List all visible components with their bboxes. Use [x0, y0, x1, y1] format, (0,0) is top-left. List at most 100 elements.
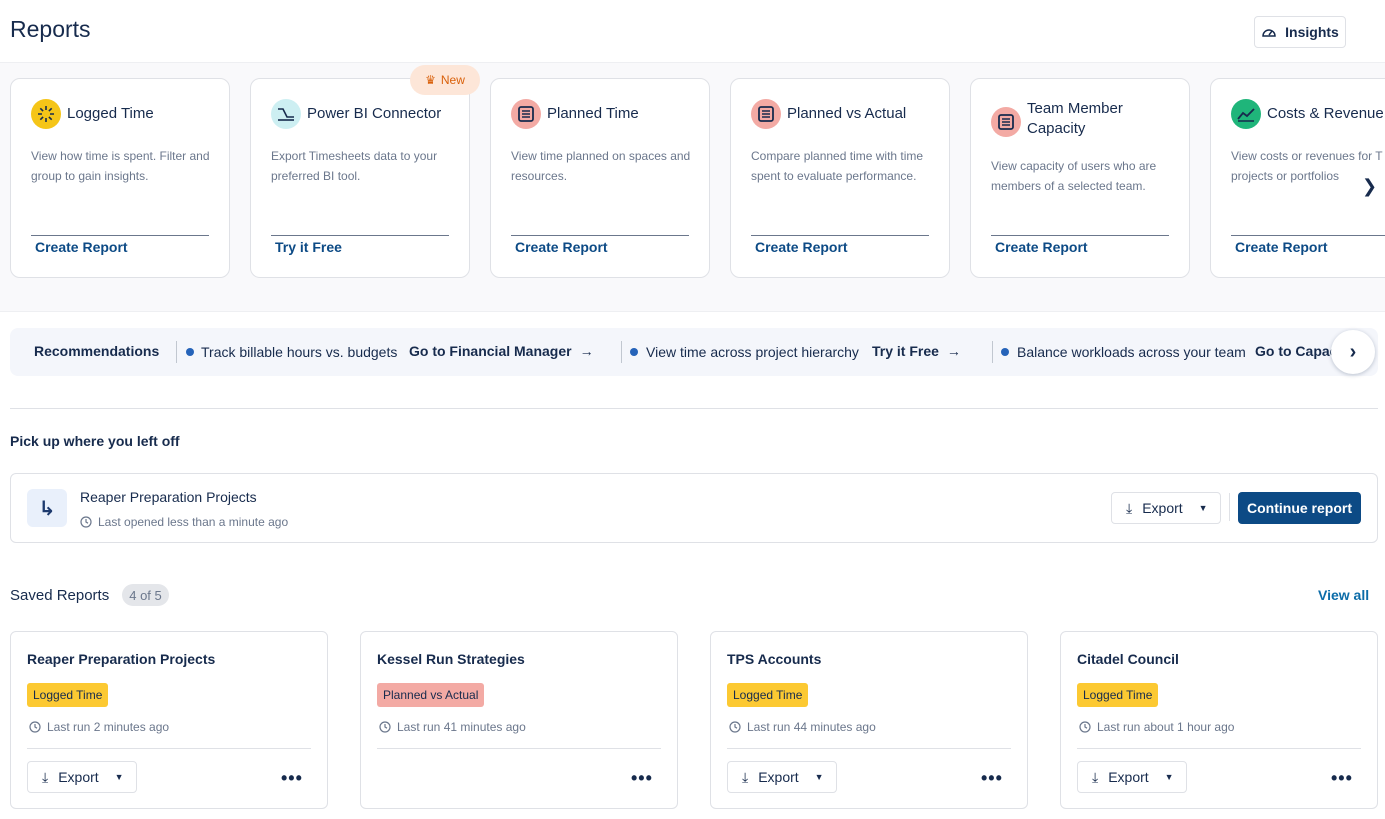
chevron-right-icon: ›	[1349, 340, 1357, 363]
recommendation-link-label[interactable]: Try it Free	[872, 343, 939, 359]
saved-report-card[interactable]: TPS Accounts Logged Time Last run 44 min…	[710, 631, 1028, 809]
create-report-link[interactable]: Create Report	[515, 239, 608, 255]
saved-report-name[interactable]: Reaper Preparation Projects	[27, 651, 215, 667]
report-type-title: Planned vs Actual	[787, 105, 907, 122]
page-title: Reports	[10, 16, 91, 42]
caret-down-icon: ▼	[814, 772, 824, 782]
recommendation-link-label[interactable]: Go to Capac	[1255, 343, 1337, 359]
report-type-card-planned-vs-actual[interactable]: Planned vs Actual Compare planned time w…	[730, 78, 950, 278]
arrow-right-icon: →	[946, 343, 961, 359]
separator	[1229, 493, 1230, 521]
last-run: Last run 2 minutes ago	[29, 720, 169, 734]
divider	[511, 235, 689, 236]
new-badge-label: New	[440, 73, 465, 87]
gauge-icon	[1262, 29, 1276, 37]
saved-report-name[interactable]: Kessel Run Strategies	[377, 651, 525, 667]
power-bi-icon	[271, 99, 301, 129]
saved-reports-title: Saved Reports	[10, 587, 110, 604]
saved-report-card[interactable]: Citadel Council Logged Time Last run abo…	[1060, 631, 1378, 809]
divider	[271, 235, 449, 236]
costs-icon	[1231, 99, 1261, 129]
clock-icon	[379, 721, 391, 733]
last-opened: Last opened less than a minute ago	[80, 515, 288, 529]
caret-down-icon: ▼	[114, 772, 124, 782]
divider	[1231, 235, 1385, 236]
last-run-text: Last run 44 minutes ago	[747, 720, 876, 734]
more-options-icon[interactable]: •••	[281, 768, 303, 789]
logged-time-icon	[31, 99, 61, 129]
create-report-link[interactable]: Create Report	[35, 239, 128, 255]
report-type-title: Logged Time	[67, 105, 154, 122]
clock-icon	[729, 721, 741, 733]
export-dropdown[interactable]: ⤓ Export ▼	[27, 761, 137, 793]
export-label: Export	[58, 769, 99, 785]
saved-report-name[interactable]: TPS Accounts	[727, 651, 821, 667]
recommendation-link-label[interactable]: Go to Financial Manager	[409, 343, 572, 359]
planned-vs-actual-icon	[751, 99, 781, 129]
more-options-icon[interactable]: •••	[981, 768, 1003, 789]
last-run-text: Last run 41 minutes ago	[397, 720, 526, 734]
export-label: Export	[758, 769, 799, 785]
recommendations-next-button[interactable]: ›	[1331, 330, 1375, 374]
insights-button[interactable]: Insights	[1254, 16, 1346, 48]
separator	[176, 341, 177, 363]
report-type-tag: Logged Time	[1077, 683, 1159, 707]
divider	[1077, 748, 1361, 749]
report-type-card-planned-time[interactable]: Planned Time View time planned on spaces…	[490, 78, 710, 278]
chevron-right-icon[interactable]: ❯	[1362, 176, 1377, 197]
more-options-icon[interactable]: •••	[1331, 768, 1353, 789]
export-dropdown[interactable]: ⤓ Export ▼	[1077, 761, 1187, 793]
report-type-title: Costs & Revenue	[1267, 105, 1384, 122]
recommendation-link[interactable]: Go to Capac	[1255, 343, 1337, 359]
insights-label: Insights	[1285, 24, 1339, 40]
more-options-icon[interactable]: •••	[631, 768, 653, 789]
report-name: Reaper Preparation Projects	[80, 489, 257, 505]
report-type-description: View how time is spent. Filter and group…	[31, 149, 210, 183]
last-run-text: Last run 2 minutes ago	[47, 720, 170, 734]
divider	[10, 408, 1378, 409]
create-report-link[interactable]: Create Report	[995, 239, 1088, 255]
separator	[992, 341, 993, 363]
report-type-card-costs-revenue[interactable]: Costs & Revenue View costs or revenues f…	[1210, 78, 1385, 278]
export-dropdown[interactable]: ⤓ Export ▼	[727, 761, 837, 793]
report-type-description: View capacity of users who are members o…	[991, 159, 1157, 193]
recommendation-text: Balance workloads across your team	[1017, 344, 1246, 360]
last-run: Last run 44 minutes ago	[729, 720, 876, 734]
report-types-carousel: ♛ New Logged Time View how time is spent…	[0, 62, 1385, 312]
caret-down-icon: ▼	[1198, 503, 1208, 513]
continue-report-button[interactable]: Continue report	[1238, 492, 1361, 524]
recommendation-text: View time across project hierarchy	[646, 344, 859, 360]
divider	[377, 748, 661, 749]
report-type-card-power-bi[interactable]: Power BI Connector Export Timesheets dat…	[250, 78, 470, 278]
clock-icon	[1079, 721, 1091, 733]
saved-report-card[interactable]: Reaper Preparation Projects Logged Time …	[10, 631, 328, 809]
report-type-tag: Logged Time	[727, 683, 809, 707]
saved-report-card[interactable]: Kessel Run Strategies Planned vs Actual …	[360, 631, 678, 809]
export-label: Export	[1108, 769, 1149, 785]
last-run-text: Last run about 1 hour ago	[1097, 720, 1235, 734]
report-type-title: Planned Time	[547, 105, 639, 122]
recommendation-link[interactable]: Go to Financial Manager →	[409, 343, 594, 359]
clock-icon	[29, 721, 41, 733]
recommendation-link[interactable]: Try it Free →	[872, 343, 961, 359]
crown-icon: ♛	[425, 73, 436, 87]
create-report-link[interactable]: Create Report	[1235, 239, 1328, 255]
report-type-card-logged-time[interactable]: Logged Time View how time is spent. Filt…	[10, 78, 230, 278]
export-label: Export	[1142, 500, 1183, 516]
arrow-right-icon: →	[579, 343, 594, 359]
divider	[727, 748, 1011, 749]
try-it-free-link[interactable]: Try it Free	[275, 239, 342, 255]
report-type-tag: Planned vs Actual	[377, 683, 485, 707]
planned-time-icon	[511, 99, 541, 129]
export-dropdown[interactable]: ⤓ Export ▼	[1111, 492, 1221, 524]
view-all-link[interactable]: View all	[1318, 587, 1369, 603]
report-type-card-team-member-capacity[interactable]: Team Member Capacity View capacity of us…	[970, 78, 1190, 278]
clock-icon	[80, 516, 92, 528]
create-report-link[interactable]: Create Report	[755, 239, 848, 255]
saved-reports-count: 4 of 5	[122, 584, 169, 606]
recommendation-text: Track billable hours vs. budgets	[201, 344, 398, 360]
saved-report-name[interactable]: Citadel Council	[1077, 651, 1179, 667]
download-icon: ⤓	[742, 768, 749, 785]
last-opened-text: Last opened less than a minute ago	[98, 515, 289, 529]
download-icon: ⤓	[42, 768, 49, 785]
